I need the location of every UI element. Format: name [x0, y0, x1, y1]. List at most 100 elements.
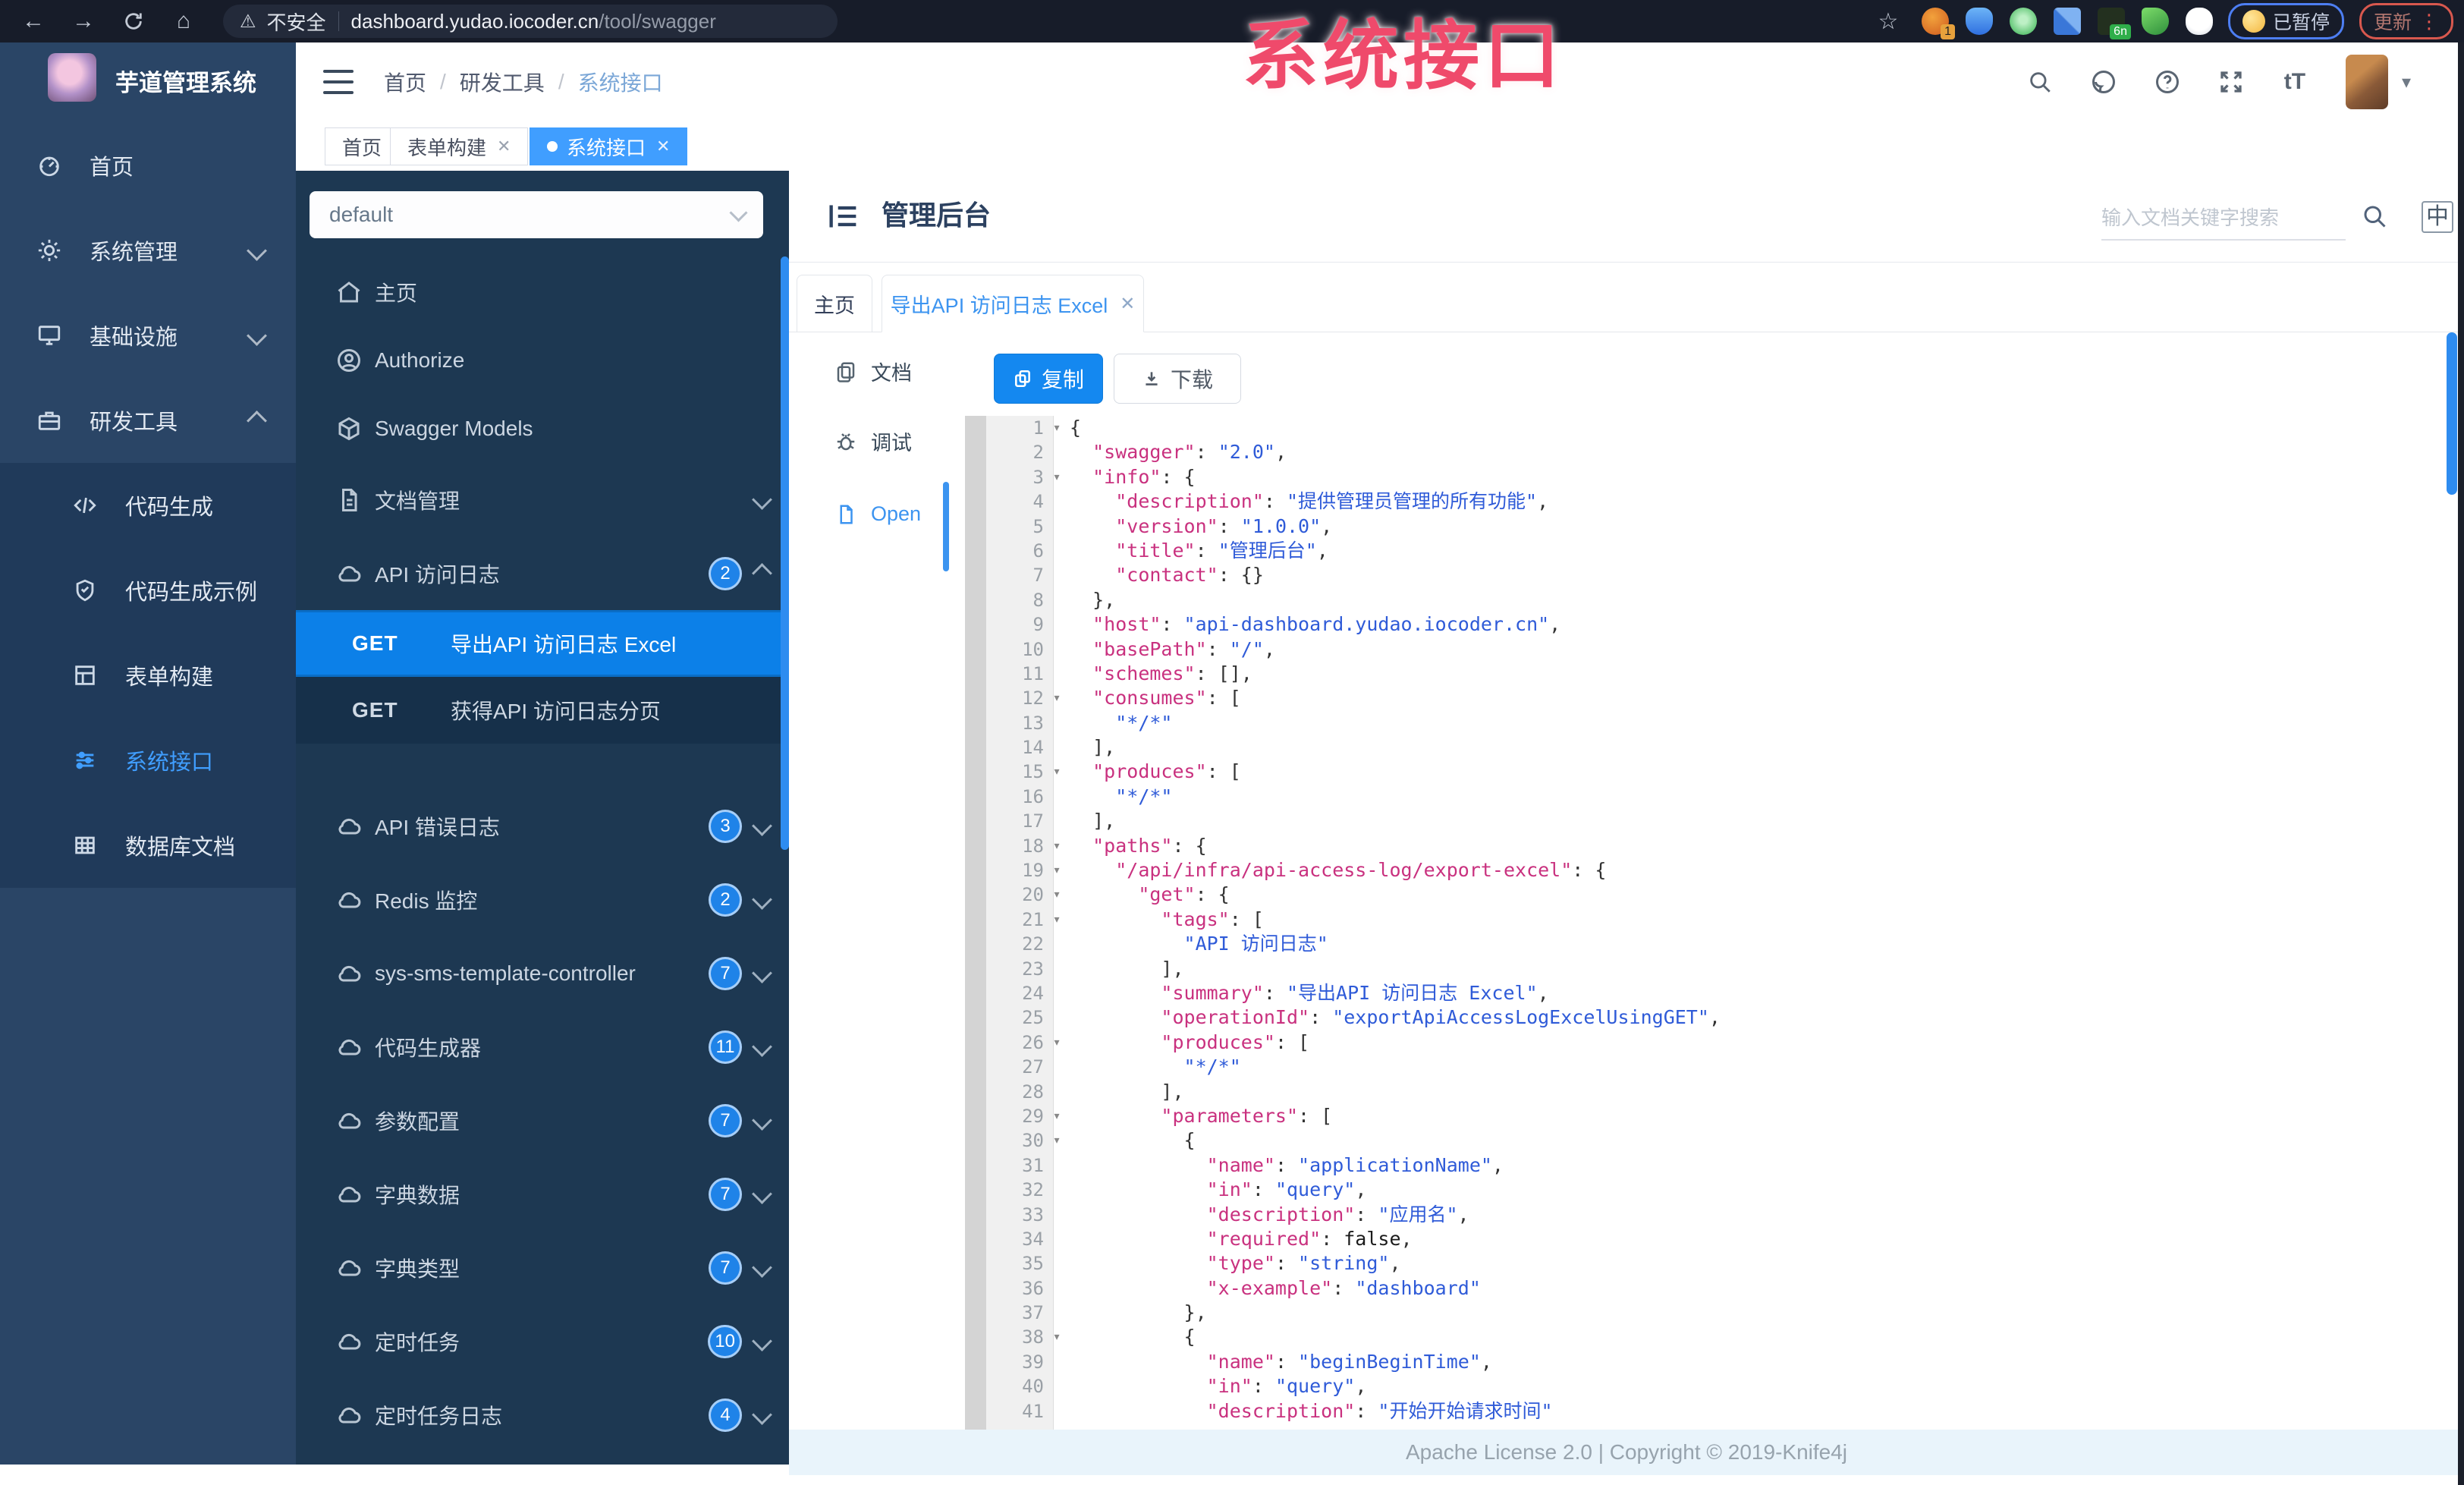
fold-arrow-icon[interactable]: ▾: [1044, 686, 1070, 710]
swagger-item-定时任务[interactable]: 定时任务 10: [296, 1304, 789, 1378]
code-line[interactable]: 38 ▾ {: [965, 1325, 2447, 1349]
ext-blue-grid-icon[interactable]: [2053, 8, 2081, 35]
copy-button[interactable]: 复制: [994, 354, 1103, 404]
code-line[interactable]: 39 "name": "beginBeginTime",: [965, 1350, 2447, 1374]
security-label[interactable]: 不安全: [267, 8, 326, 36]
code-line[interactable]: 11 "schemes": [],: [965, 662, 2447, 686]
caret-down-icon[interactable]: ▾: [2402, 71, 2411, 93]
menu-dots-icon[interactable]: ⋮: [2419, 10, 2439, 33]
code-line[interactable]: 18 ▾ "paths": {: [965, 834, 2447, 858]
fold-arrow-icon[interactable]: ▾: [1044, 1325, 1070, 1349]
code-editor[interactable]: 1 ▾{2 "swagger": "2.0", 3 ▾ "info": {4 "des…: [965, 416, 2447, 1430]
swagger-item-字典数据[interactable]: 字典数据 7: [296, 1157, 789, 1231]
swagger-item-Redis 监控[interactable]: Redis 监控 2: [296, 863, 789, 936]
swagger-item-岗位[interactable]: 岗位: [296, 1452, 789, 1465]
swagger-item-Authorize[interactable]: Authorize: [296, 326, 789, 395]
doc-tab-export-api[interactable]: 导出API 访问日志 Excel ✕: [882, 275, 1144, 332]
code-line[interactable]: 6 "title": "管理后台",: [965, 539, 2447, 563]
ext-orange-circle-icon[interactable]: 1: [1921, 8, 1955, 39]
avatar[interactable]: [2345, 55, 2388, 109]
download-button[interactable]: 下载: [1114, 354, 1241, 404]
code-line[interactable]: 37 },: [965, 1301, 2447, 1325]
sidebar-item-数据库文档[interactable]: 数据库文档: [0, 803, 296, 888]
code-line[interactable]: 24 "summary": "导出API 访问日志 Excel",: [965, 981, 2447, 1005]
code-line[interactable]: 25 "operationId": "exportApiAccessLogExc…: [965, 1005, 2447, 1030]
code-line[interactable]: 31 "name": "applicationName",: [965, 1153, 2447, 1178]
code-line[interactable]: 34 "required": false,: [965, 1227, 2447, 1251]
update-button[interactable]: 更新 ⋮: [2359, 3, 2453, 39]
code-line[interactable]: 7 "contact": {}: [965, 563, 2447, 587]
sidebar-item-系统接口[interactable]: 系统接口: [0, 718, 296, 803]
code-line[interactable]: 9 "host": "api-dashboard.yudao.iocoder.c…: [965, 612, 2447, 637]
code-line[interactable]: 35 "type": "string",: [965, 1251, 2447, 1276]
swagger-item-API 错误日志[interactable]: API 错误日志 3: [296, 789, 789, 863]
code-line[interactable]: 5 "version": "1.0.0",: [965, 514, 2447, 539]
code-line[interactable]: 8 },: [965, 588, 2447, 612]
address-bar[interactable]: ⚠ 不安全 dashboard.yudao.iocoder.cn /tool/s…: [223, 5, 838, 38]
swagger-item-定时任务日志[interactable]: 定时任务日志 4: [296, 1378, 789, 1452]
api-operation-获得API 访问日志分页[interactable]: GET 获得API 访问日志分页: [296, 677, 789, 744]
tag-home[interactable]: 首页: [325, 127, 400, 165]
forward-icon[interactable]: →: [67, 5, 100, 38]
fold-arrow-icon[interactable]: ▾: [1044, 465, 1070, 489]
code-line[interactable]: 36 "x-example": "dashboard": [965, 1276, 2447, 1301]
collapse-panel-icon[interactable]: [827, 201, 860, 231]
code-line[interactable]: 14 ],: [965, 735, 2447, 760]
code-line[interactable]: 28 ],: [965, 1080, 2447, 1104]
api-operation-导出API 访问日志 Excel[interactable]: GET 导出API 访问日志 Excel: [296, 610, 789, 677]
ext-green-leaf-icon[interactable]: [2141, 8, 2169, 35]
code-line[interactable]: 23 ],: [965, 957, 2447, 981]
code-line[interactable]: 10 "basePath": "/",: [965, 637, 2447, 662]
url-host[interactable]: dashboard.yudao.iocoder.cn: [351, 10, 599, 33]
code-line[interactable]: 12 ▾ "consumes": [: [965, 686, 2447, 710]
reload-icon[interactable]: [117, 5, 150, 38]
code-line[interactable]: 29 ▾ "parameters": [: [965, 1104, 2447, 1128]
code-line[interactable]: 33 "description": "应用名",: [965, 1203, 2447, 1227]
ext-white-ghost-icon[interactable]: [2185, 8, 2213, 35]
breadcrumb-home[interactable]: 首页: [384, 67, 426, 97]
github-icon[interactable]: [2088, 66, 2120, 98]
code-line[interactable]: 2 "swagger": "2.0",: [965, 440, 2447, 464]
doc-search-icon[interactable]: [2361, 203, 2388, 230]
swagger-item-字典类型[interactable]: 字典类型 7: [296, 1231, 789, 1304]
code-line[interactable]: 3 ▾ "info": {: [965, 465, 2447, 489]
sidebar-item-研发工具[interactable]: 研发工具: [0, 378, 296, 463]
close-icon[interactable]: ✕: [497, 137, 511, 156]
page-scrollbar-thumb[interactable]: [2447, 332, 2457, 495]
code-line[interactable]: 16 "*/*": [965, 785, 2447, 809]
swagger-scrollbar[interactable]: [781, 256, 789, 850]
fold-arrow-icon[interactable]: ▾: [1044, 1128, 1070, 1153]
api-group-select[interactable]: default: [310, 191, 763, 238]
help-icon[interactable]: [2151, 66, 2183, 98]
swagger-item-参数配置[interactable]: 参数配置 7: [296, 1084, 789, 1157]
breadcrumb-tools[interactable]: 研发工具: [460, 67, 545, 97]
paused-extension-pill[interactable]: 已暂停: [2227, 3, 2344, 39]
fold-arrow-icon[interactable]: ▾: [1044, 760, 1070, 784]
fold-arrow-icon[interactable]: ▾: [1044, 834, 1070, 858]
sidebar-item-系统管理[interactable]: 系统管理: [0, 208, 296, 293]
doc-search-input[interactable]: 输入文档关键字搜索: [2101, 193, 2346, 241]
code-line[interactable]: 27 "*/*": [965, 1055, 2447, 1079]
bookmark-star-icon[interactable]: ☆: [1872, 5, 1905, 38]
code-line[interactable]: 30 ▾ {: [965, 1128, 2447, 1153]
sidebar-item-表单构建[interactable]: 表单构建: [0, 633, 296, 718]
code-line[interactable]: 41 "description": "开始开始请求时间": [965, 1399, 2447, 1424]
swagger-item-Swagger Models[interactable]: Swagger Models: [296, 395, 789, 463]
sidebar-item-首页[interactable]: 首页: [0, 123, 296, 208]
fold-arrow-icon[interactable]: ▾: [1044, 883, 1070, 907]
swagger-item-sys-sms-template-controller[interactable]: sys-sms-template-controller 7: [296, 936, 789, 1010]
fold-arrow-icon[interactable]: ▾: [1044, 1104, 1070, 1128]
fold-arrow-icon[interactable]: ▾: [1044, 1030, 1070, 1055]
code-line[interactable]: 1 ▾{: [965, 416, 2447, 440]
code-line[interactable]: 40 "in": "query",: [965, 1374, 2447, 1398]
code-line[interactable]: 19 ▾ "/api/infra/api-access-log/export-ex…: [965, 858, 2447, 883]
fullscreen-icon[interactable]: [2215, 66, 2247, 98]
rail-item-debug[interactable]: 调试: [834, 426, 912, 456]
code-line[interactable]: 21 ▾ "tags": [: [965, 908, 2447, 932]
code-line[interactable]: 15 ▾ "produces": [: [965, 760, 2447, 784]
close-icon[interactable]: ✕: [1120, 293, 1135, 315]
ext-green-circle-icon[interactable]: [2009, 8, 2037, 35]
sidebar-item-代码生成[interactable]: 代码生成: [0, 463, 296, 548]
close-icon[interactable]: ✕: [656, 137, 670, 156]
tag-system-api[interactable]: 系统接口 ✕: [530, 127, 688, 165]
